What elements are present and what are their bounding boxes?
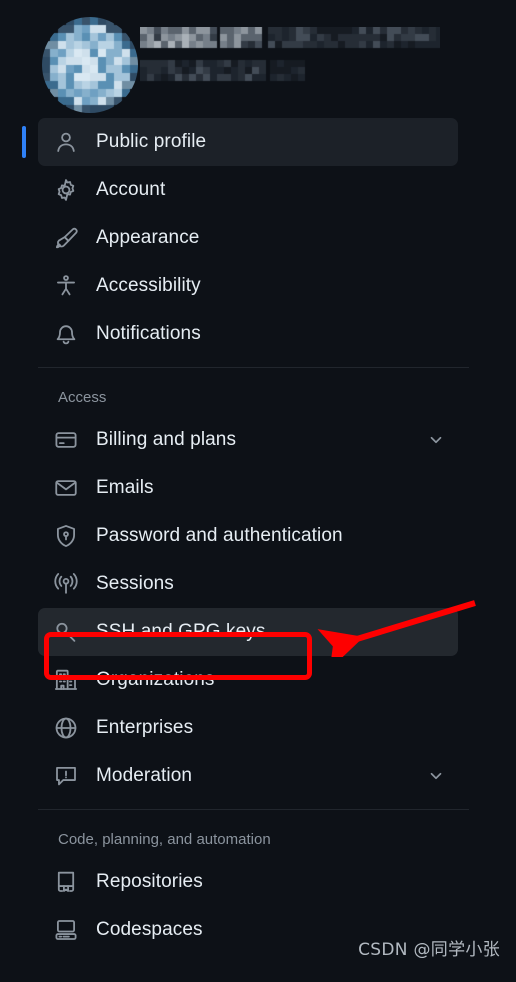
csdn-watermark: CSDN @同学小张 — [358, 935, 500, 960]
sidebar-item-account[interactable]: Account — [38, 166, 458, 214]
section-divider — [38, 367, 469, 368]
sidebar-item-label: Repositories — [96, 871, 446, 893]
bell-icon — [54, 322, 78, 346]
key-icon — [54, 620, 78, 644]
report-icon — [54, 764, 78, 788]
repo-icon — [54, 870, 78, 894]
section-divider — [38, 809, 469, 810]
sidebar-item-password-and-authentication[interactable]: Password and authentication — [38, 512, 458, 560]
sidebar-item-label: Notifications — [96, 323, 446, 345]
settings-sidebar-page: Public profile Account Appearance Accessibi… — [0, 0, 516, 982]
sidebar-item-label: Appearance — [96, 227, 446, 249]
sidebar-item-emails[interactable]: Emails — [38, 464, 458, 512]
sidebar-item-label: Organizations — [96, 669, 446, 691]
sidebar-item-label: Public profile — [96, 131, 446, 153]
sidebar-item-ssh-and-gpg-keys[interactable]: SSH and GPG keys — [38, 608, 458, 656]
sidebar-item-label: Sessions — [96, 573, 446, 595]
sidebar-item-accessibility[interactable]: Accessibility — [38, 262, 458, 310]
profile-header — [0, 0, 516, 115]
shield-lock-icon — [54, 524, 78, 548]
section-title: Access — [38, 377, 458, 416]
codespaces-icon — [54, 918, 78, 942]
gear-icon — [54, 178, 78, 202]
broadcast-icon — [54, 572, 78, 596]
sidebar-item-organizations[interactable]: Organizations — [38, 656, 458, 704]
organization-icon — [54, 668, 78, 692]
chevron-down-icon[interactable] — [426, 430, 446, 450]
sidebar-item-moderation[interactable]: Moderation — [38, 752, 458, 800]
avatar[interactable] — [42, 17, 138, 113]
sidebar-item-label: Accessibility — [96, 275, 446, 297]
sidebar-item-repositories[interactable]: Repositories — [38, 858, 458, 906]
redacted-username-block — [140, 27, 440, 89]
sidebar-item-label: SSH and GPG keys — [96, 621, 446, 643]
sidebar-item-billing-and-plans[interactable]: Billing and plans — [38, 416, 458, 464]
section-title: Code, planning, and automation — [38, 819, 458, 858]
sidebar-item-label: Enterprises — [96, 717, 446, 739]
sidebar-item-label: Emails — [96, 477, 446, 499]
sidebar-item-sessions[interactable]: Sessions — [38, 560, 458, 608]
sidebar-item-label: Moderation — [96, 765, 426, 787]
paintbrush-icon — [54, 226, 78, 250]
chevron-down-icon[interactable] — [426, 766, 446, 786]
sidebar-item-notifications[interactable]: Notifications — [38, 310, 458, 358]
accessibility-icon — [54, 274, 78, 298]
sidebar-item-enterprises[interactable]: Enterprises — [38, 704, 458, 752]
credit-card-icon — [54, 428, 78, 452]
mail-icon — [54, 476, 78, 500]
sidebar-item-label: Password and authentication — [96, 525, 446, 547]
globe-icon — [54, 716, 78, 740]
settings-nav: Public profile Account Appearance Accessibi… — [0, 118, 516, 954]
person-icon — [54, 130, 78, 154]
sidebar-item-label: Billing and plans — [96, 429, 426, 451]
sidebar-item-label: Account — [96, 179, 446, 201]
sidebar-item-public-profile[interactable]: Public profile — [38, 118, 458, 166]
sidebar-item-appearance[interactable]: Appearance — [38, 214, 458, 262]
